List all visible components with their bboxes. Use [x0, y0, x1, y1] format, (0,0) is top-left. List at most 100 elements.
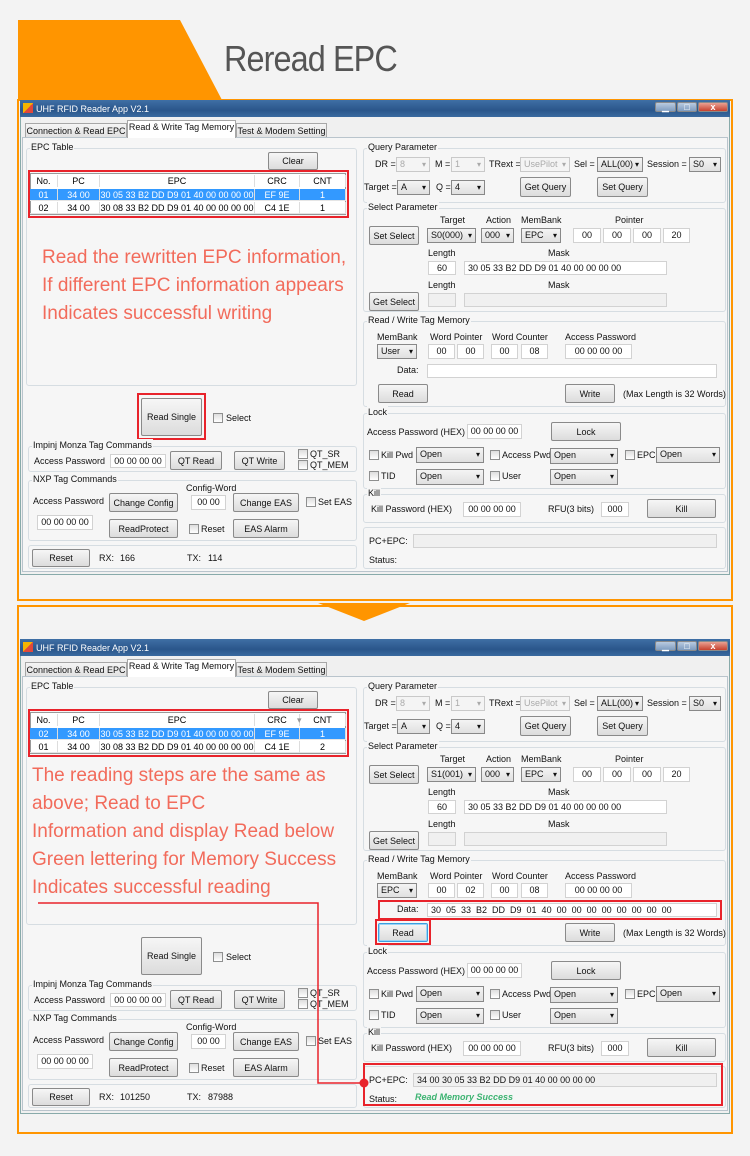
- pointer-input[interactable]: 00: [603, 767, 631, 782]
- epc-lock-checkbox[interactable]: [625, 989, 635, 999]
- tab-read-write-tag-memory[interactable]: Read & Write Tag Memory: [127, 659, 236, 677]
- session-select[interactable]: S0: [689, 696, 721, 711]
- impinj-access-password-input[interactable]: 00 00 00 00: [110, 993, 166, 1007]
- data-input[interactable]: [427, 364, 717, 378]
- word-counter-input[interactable]: 00: [491, 883, 518, 898]
- qt-sr-checkbox[interactable]: [298, 988, 308, 998]
- tab-test-modem-setting[interactable]: Test & Modem Setting: [236, 123, 327, 137]
- target-select[interactable]: A: [397, 180, 430, 195]
- read-protect-button[interactable]: ReadProtect: [109, 1058, 178, 1077]
- qt-read-button[interactable]: QT Read: [170, 451, 222, 470]
- get-select-button[interactable]: Get Select: [369, 292, 419, 311]
- maximize-button[interactable]: □: [677, 641, 697, 651]
- lock-button[interactable]: Lock: [551, 422, 621, 441]
- write-button[interactable]: Write: [565, 923, 615, 942]
- action-select[interactable]: 000: [481, 767, 514, 782]
- minimize-button[interactable]: ▁: [655, 102, 676, 112]
- user-checkbox[interactable]: [490, 471, 500, 481]
- access-pwd-select[interactable]: Open: [550, 987, 618, 1003]
- kill-pwd-select[interactable]: Open: [416, 447, 484, 463]
- reset-button[interactable]: Reset: [32, 1088, 90, 1106]
- change-eas-button[interactable]: Change EAS: [233, 1032, 299, 1051]
- tab-read-write-tag-memory[interactable]: Read & Write Tag Memory: [127, 120, 236, 138]
- rfu-input[interactable]: 000: [601, 1041, 629, 1056]
- pointer-input[interactable]: 00: [573, 767, 601, 782]
- close-button[interactable]: x: [698, 641, 728, 651]
- read-protect-button[interactable]: ReadProtect: [109, 519, 178, 538]
- epc-lock-select[interactable]: Open: [656, 986, 720, 1002]
- kill-pwd-checkbox[interactable]: [369, 989, 379, 999]
- clear-button[interactable]: Clear: [268, 152, 318, 170]
- word-counter-input[interactable]: 08: [521, 344, 548, 359]
- sel-select[interactable]: ALL(00): [597, 696, 643, 711]
- get-length-input[interactable]: [428, 293, 456, 307]
- change-config-button[interactable]: Change Config: [109, 493, 178, 512]
- user-checkbox[interactable]: [490, 1010, 500, 1020]
- set-select-button[interactable]: Set Select: [369, 765, 419, 784]
- membank-select[interactable]: EPC: [377, 883, 417, 898]
- trext-select[interactable]: UsePilot: [520, 157, 570, 172]
- kill-pwd-checkbox[interactable]: [369, 450, 379, 460]
- select-checkbox[interactable]: [213, 413, 223, 423]
- m-select[interactable]: 1: [451, 157, 485, 172]
- nxp-access-password-input[interactable]: 00 00 00 00: [37, 515, 93, 530]
- get-query-button[interactable]: Get Query: [520, 177, 571, 197]
- trext-select[interactable]: UsePilot: [520, 696, 570, 711]
- rfu-input[interactable]: 000: [601, 502, 629, 517]
- pointer-input[interactable]: 00: [603, 228, 631, 243]
- tid-checkbox[interactable]: [369, 1010, 379, 1020]
- maximize-button[interactable]: □: [677, 102, 697, 112]
- lock-access-password-input[interactable]: 00 00 00 00: [467, 424, 522, 439]
- access-password-input[interactable]: 00 00 00 00: [565, 883, 632, 898]
- minimize-button[interactable]: ▁: [655, 641, 676, 651]
- qt-read-button[interactable]: QT Read: [170, 990, 222, 1009]
- get-length-input[interactable]: [428, 832, 456, 846]
- kill-button[interactable]: Kill: [647, 499, 716, 518]
- membank-select[interactable]: User: [377, 344, 417, 359]
- qt-mem-checkbox[interactable]: [298, 460, 308, 470]
- access-pwd-checkbox[interactable]: [490, 450, 500, 460]
- select-membank-select[interactable]: EPC: [521, 228, 561, 243]
- word-pointer-input[interactable]: 00: [428, 883, 455, 898]
- eas-alarm-button[interactable]: EAS Alarm: [233, 519, 299, 538]
- kill-pwd-select[interactable]: Open: [416, 986, 484, 1002]
- config-word-input[interactable]: 00 00: [191, 495, 226, 510]
- q-select[interactable]: 4: [451, 719, 485, 734]
- access-password-input[interactable]: 00 00 00 00: [565, 344, 632, 359]
- pointer-input[interactable]: 00: [633, 767, 661, 782]
- dr-select[interactable]: 8: [396, 157, 430, 172]
- set-select-button[interactable]: Set Select: [369, 226, 419, 245]
- word-pointer-input[interactable]: 00: [457, 344, 484, 359]
- q-select[interactable]: 4: [451, 180, 485, 195]
- mask-input[interactable]: 30 05 33 B2 DD D9 01 40 00 00 00 00: [464, 800, 667, 814]
- qt-mem-checkbox[interactable]: [298, 999, 308, 1009]
- kill-password-input[interactable]: 00 00 00 00: [463, 1041, 521, 1056]
- clear-button[interactable]: Clear: [268, 691, 318, 709]
- lock-button[interactable]: Lock: [551, 961, 621, 980]
- length-input[interactable]: 60: [428, 261, 456, 275]
- tab-connection-read-epc[interactable]: Connection & Read EPC: [25, 662, 127, 676]
- kill-password-input[interactable]: 00 00 00 00: [463, 502, 521, 517]
- tid-checkbox[interactable]: [369, 471, 379, 481]
- change-config-button[interactable]: Change Config: [109, 1032, 178, 1051]
- session-select[interactable]: S0: [689, 157, 721, 172]
- tab-test-modem-setting[interactable]: Test & Modem Setting: [236, 662, 327, 676]
- nxp-access-password-input[interactable]: 00 00 00 00: [37, 1054, 93, 1069]
- read-button[interactable]: Read: [378, 384, 428, 403]
- pointer-input[interactable]: 00: [633, 228, 661, 243]
- eas-alarm-button[interactable]: EAS Alarm: [233, 1058, 299, 1077]
- pointer-input[interactable]: 20: [663, 228, 690, 243]
- select-target-select[interactable]: S1(001): [427, 767, 476, 782]
- get-mask-input[interactable]: [464, 832, 667, 846]
- qt-sr-checkbox[interactable]: [298, 449, 308, 459]
- config-word-input[interactable]: 00 00: [191, 1034, 226, 1049]
- set-eas-checkbox[interactable]: [306, 497, 316, 507]
- pointer-input[interactable]: 00: [573, 228, 601, 243]
- reset-checkbox[interactable]: [189, 524, 199, 534]
- select-checkbox[interactable]: [213, 952, 223, 962]
- user-select[interactable]: Open: [550, 469, 618, 485]
- mask-input[interactable]: 30 05 33 B2 DD D9 01 40 00 00 00 00: [464, 261, 667, 275]
- select-membank-select[interactable]: EPC: [521, 767, 561, 782]
- qt-write-button[interactable]: QT Write: [234, 451, 285, 470]
- action-select[interactable]: 000: [481, 228, 514, 243]
